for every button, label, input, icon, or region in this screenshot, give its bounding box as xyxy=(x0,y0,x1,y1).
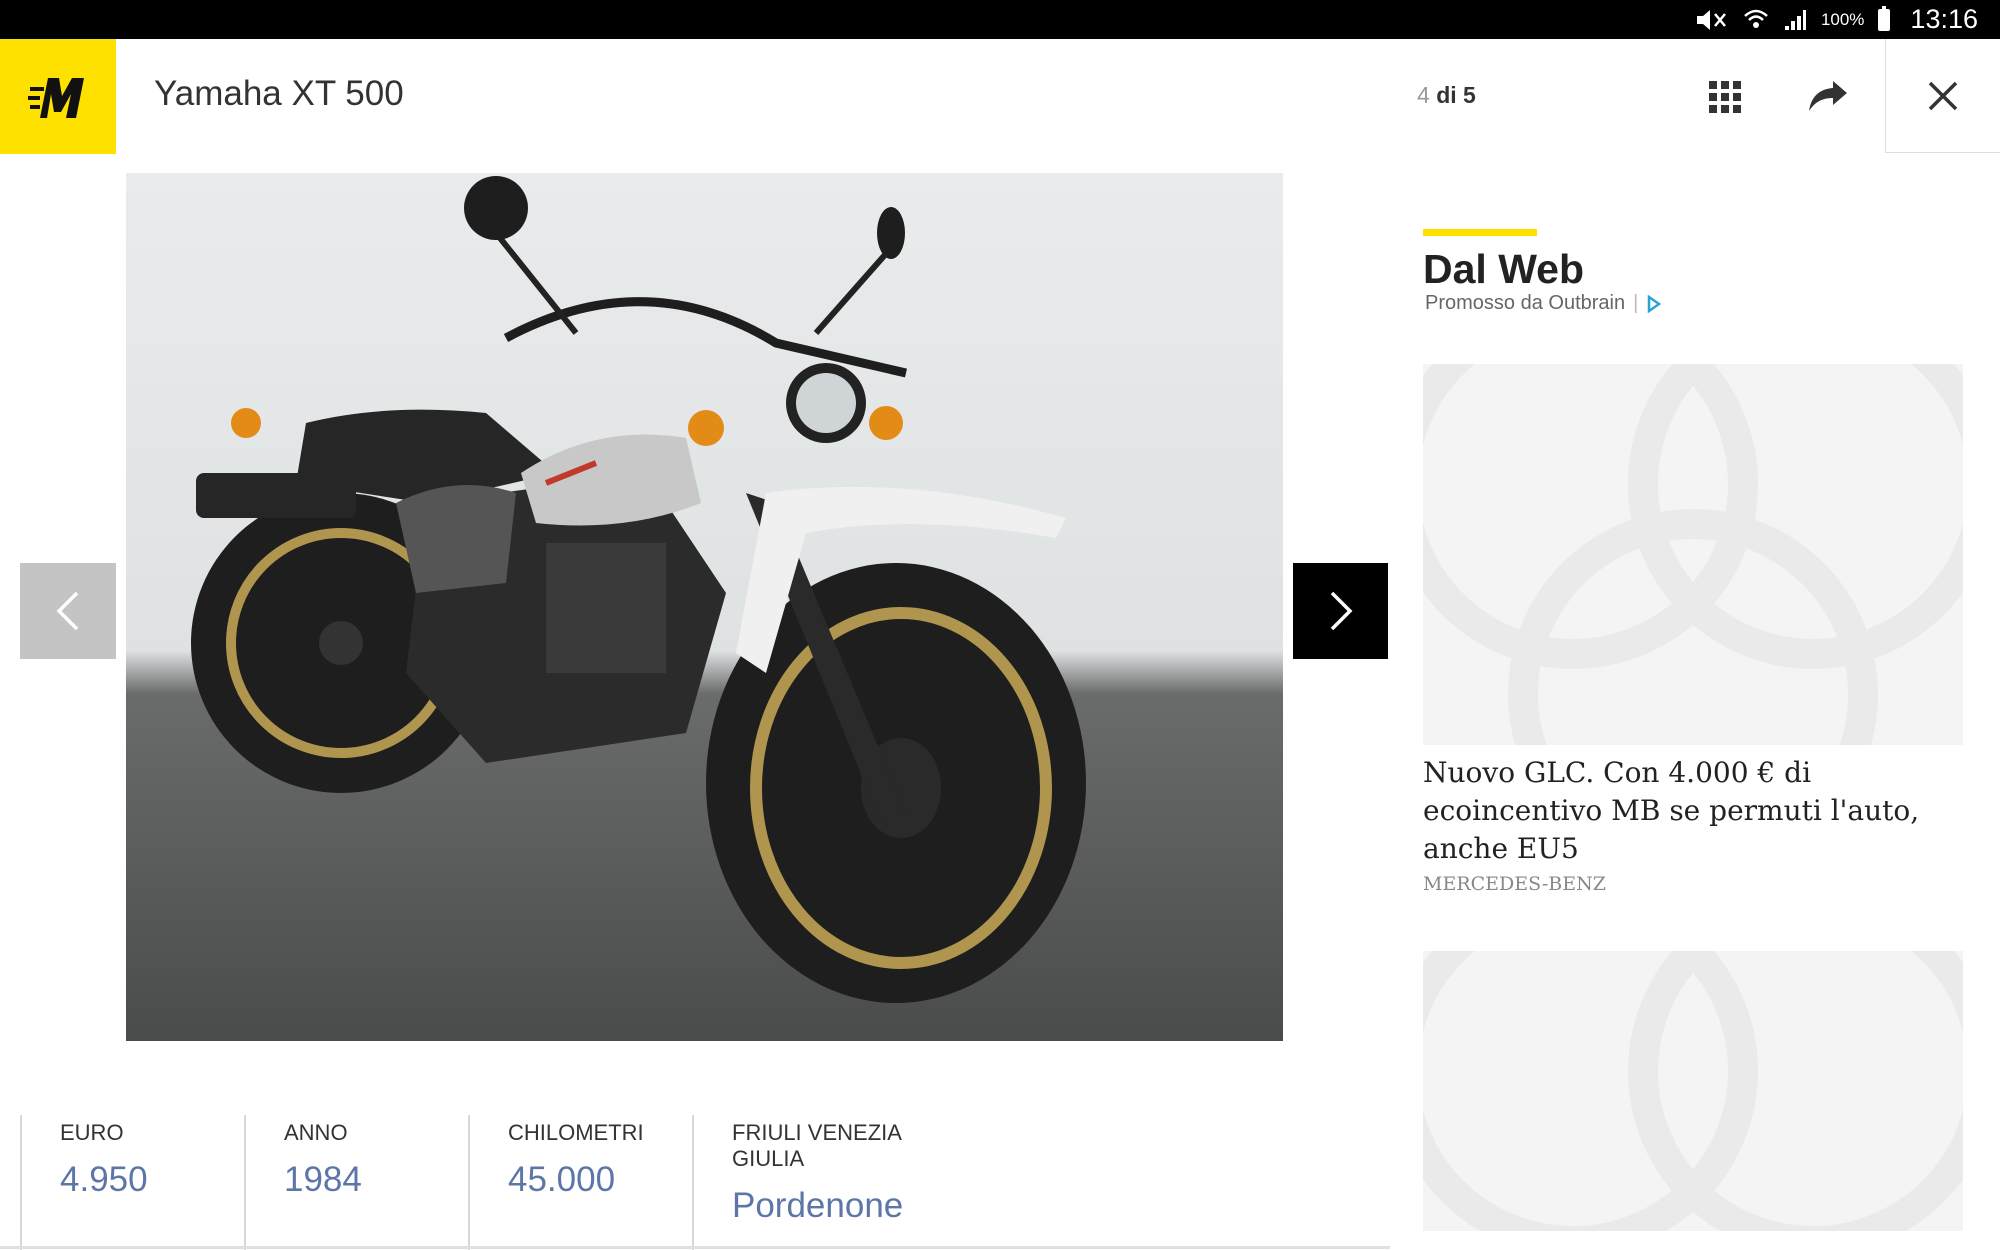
spec-price: EURO 4.950 xyxy=(20,1115,244,1250)
grid-button[interactable] xyxy=(1700,72,1750,122)
divider xyxy=(0,1246,1390,1249)
ad-title[interactable]: Nuovo GLC. Con 4.000 € di ecoincentivo M… xyxy=(1423,754,1968,868)
spec-value: 4.950 xyxy=(60,1160,148,1199)
spec-value: Pordenone xyxy=(732,1186,904,1225)
signal-icon xyxy=(1784,9,1806,30)
ad-image[interactable] xyxy=(1423,951,1963,1231)
spec-value: 45.000 xyxy=(508,1160,616,1199)
spec-mileage: CHILOMETRI 45.000 xyxy=(468,1115,692,1250)
close-icon xyxy=(1928,81,1958,110)
share-button[interactable] xyxy=(1800,72,1855,122)
promo-line[interactable]: Promosso da Outbrain | xyxy=(1425,292,1662,315)
spec-label: ANNO xyxy=(284,1120,348,1145)
gallery-counter: 4 di 5 xyxy=(1417,82,1476,109)
mute-icon xyxy=(1696,9,1726,30)
page-title: Yamaha XT 500 xyxy=(154,74,404,113)
clock: 13:16 xyxy=(1910,4,1978,34)
grid-icon xyxy=(1709,81,1741,113)
ad-image[interactable] xyxy=(1423,364,1963,745)
ad-source: MERCEDES-BENZ xyxy=(1423,873,1606,895)
spec-year: ANNO 1984 xyxy=(244,1115,468,1250)
spec-label: FRIULI VENEZIA GIULIA xyxy=(732,1120,901,1171)
spec-value: 1984 xyxy=(284,1160,362,1199)
counter-current: 4 xyxy=(1417,82,1430,108)
close-button[interactable] xyxy=(1885,39,2000,153)
spec-label: EURO xyxy=(60,1120,124,1145)
sidebar-heading: Dal Web xyxy=(1423,246,1584,292)
status-bar: 100% 13:16 xyxy=(0,0,2000,39)
battery-percent: 100% xyxy=(1820,9,1865,29)
wifi-icon xyxy=(1744,9,1768,28)
gallery-photo xyxy=(126,173,1283,1041)
status-icons: 100% 13:16 xyxy=(1695,0,1978,39)
section-accent xyxy=(1423,229,1537,236)
m-logo-icon[interactable] xyxy=(0,39,116,154)
specs-row: EURO 4.950 ANNO 1984 CHILOMETRI 45.000 F… xyxy=(20,1115,952,1250)
chevron-right-icon xyxy=(1330,591,1352,631)
next-button[interactable] xyxy=(1293,563,1388,659)
chevron-left-icon xyxy=(56,591,79,631)
battery-icon xyxy=(1878,5,1891,31)
counter-total: di 5 xyxy=(1436,82,1476,108)
adchoices-icon[interactable] xyxy=(1646,294,1662,313)
spec-location: FRIULI VENEZIA GIULIA Pordenone xyxy=(692,1115,952,1250)
share-icon xyxy=(1808,81,1847,111)
spec-label: CHILOMETRI xyxy=(508,1120,644,1145)
promo-separator: | xyxy=(1633,292,1639,314)
previous-button[interactable] xyxy=(20,563,116,659)
promo-text: Promosso da Outbrain xyxy=(1425,292,1626,314)
